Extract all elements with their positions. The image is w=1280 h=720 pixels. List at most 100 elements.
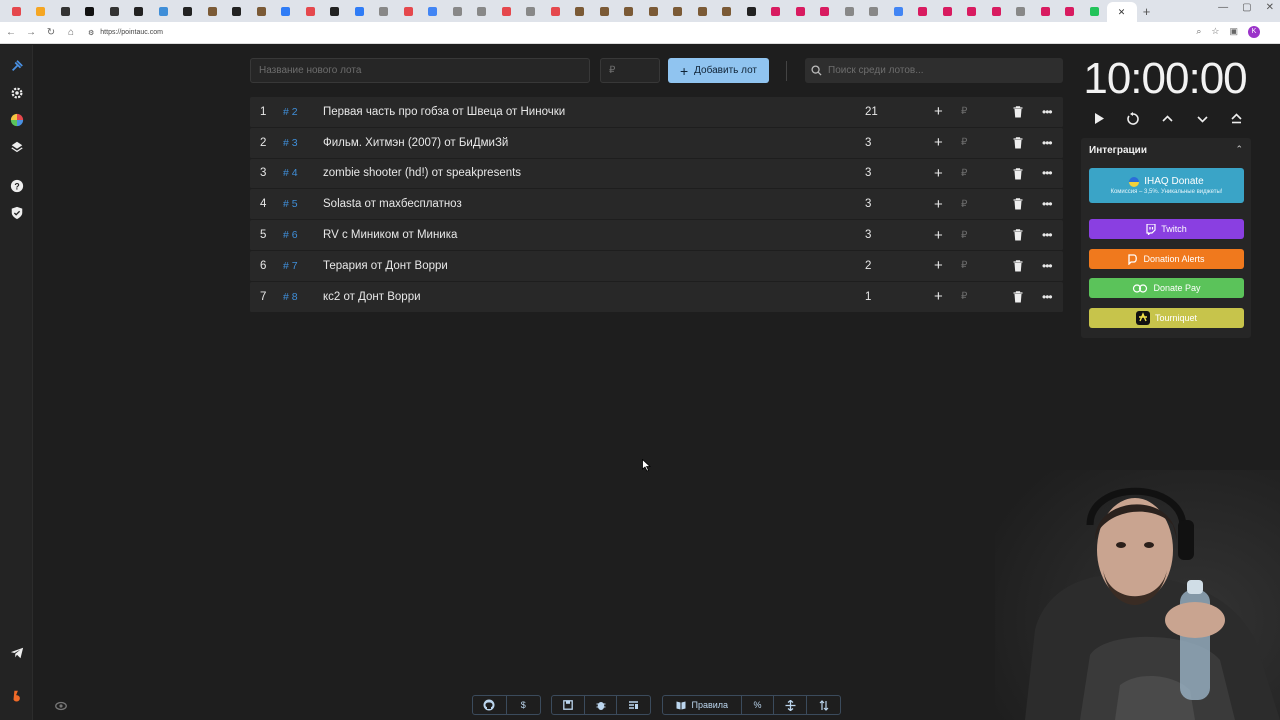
lot-row[interactable]: 2 # 3 Фильм. Хитмэн (2007) от БиДмиЗй 3 + ₽ ••… — [250, 127, 1063, 159]
add-lot-button[interactable]: + Добавить лот — [668, 58, 769, 83]
add-amount-icon[interactable]: + — [934, 134, 943, 151]
forward-icon[interactable]: → — [22, 27, 40, 38]
browser-tab[interactable] — [1058, 2, 1083, 20]
browser-tab[interactable] — [53, 2, 78, 20]
browser-tab[interactable] — [1082, 2, 1107, 20]
browser-tab[interactable] — [298, 2, 323, 20]
browser-tab[interactable] — [960, 2, 985, 20]
browser-tab[interactable] — [225, 2, 250, 20]
browser-tab[interactable] — [519, 2, 544, 20]
browser-tab[interactable] — [200, 2, 225, 20]
url-field[interactable]: ⚙ https://pointauc.com — [88, 29, 163, 37]
double-chevron-up-icon[interactable] — [1228, 110, 1245, 127]
browser-tab[interactable] — [176, 2, 201, 20]
new-lot-name-input[interactable] — [250, 58, 590, 83]
lot-title[interactable]: zombie shooter (hd!) от speakpresents — [323, 167, 521, 179]
trash-icon[interactable] — [1013, 136, 1023, 149]
twitch-button[interactable]: Twitch — [1089, 219, 1244, 239]
more-options-icon[interactable]: ••• — [1042, 105, 1053, 119]
lot-currency[interactable]: ₽ — [961, 137, 967, 148]
lot-row[interactable]: 6 # 7 Терария от Донт Ворри 2 + ₽ ••• — [250, 250, 1063, 282]
lot-currency[interactable]: ₽ — [961, 260, 967, 271]
browser-tab[interactable] — [1033, 2, 1058, 20]
browser-tab[interactable] — [78, 2, 103, 20]
browser-tab[interactable] — [494, 2, 519, 20]
lot-row[interactable]: 5 # 6 RV с Миником от Миника 3 + ₽ ••• — [250, 220, 1063, 251]
browser-tab[interactable] — [715, 2, 740, 20]
lot-currency[interactable]: ₽ — [961, 168, 967, 179]
add-amount-icon[interactable]: + — [934, 227, 943, 244]
lot-row[interactable]: 1 # 2 Первая часть про гобза от Швеца от Н… — [250, 97, 1063, 128]
close-tab-icon[interactable]: ✕ — [1118, 7, 1126, 18]
profile-avatar[interactable]: K — [1248, 26, 1260, 38]
browser-tab[interactable] — [347, 2, 372, 20]
browser-tab[interactable] — [102, 2, 127, 20]
browser-tab[interactable] — [421, 2, 446, 20]
lot-row[interactable]: 7 # 8 кс2 от Донт Ворри 1 + ₽ ••• — [250, 281, 1063, 313]
trash-icon[interactable] — [1013, 198, 1023, 210]
browser-tab[interactable] — [666, 2, 691, 20]
browser-tab[interactable] — [862, 2, 887, 20]
browser-tab[interactable] — [396, 2, 421, 20]
layers-icon[interactable] — [8, 138, 25, 155]
browser-tab[interactable] — [568, 2, 593, 20]
new-lot-price-input[interactable] — [600, 58, 660, 83]
ihaq-donate-button[interactable]: IHAQ Donate Комиссия – 3,5%. Уникальные … — [1089, 168, 1244, 203]
trash-icon[interactable] — [1013, 229, 1023, 241]
browser-tab[interactable] — [470, 2, 495, 20]
browser-tab[interactable] — [837, 2, 862, 20]
more-options-icon[interactable]: ••• — [1042, 166, 1053, 180]
lot-row[interactable]: 3 # 4 zombie shooter (hd!) от speakpresent… — [250, 158, 1063, 190]
shield-icon[interactable] — [8, 204, 25, 221]
lot-search-box[interactable] — [805, 58, 1063, 83]
lot-currency[interactable]: ₽ — [961, 106, 967, 117]
clear-list-icon[interactable] — [617, 696, 650, 714]
browser-tab[interactable] — [249, 2, 274, 20]
browser-tab[interactable] — [739, 2, 764, 20]
rules-button[interactable]: Правила — [663, 696, 742, 714]
percent-button[interactable]: % — [742, 696, 775, 714]
wheel-icon[interactable] — [8, 111, 25, 128]
browser-tab[interactable] — [984, 2, 1009, 20]
browser-tab[interactable] — [372, 2, 397, 20]
settings-gear-icon[interactable] — [8, 84, 25, 101]
maximize-icon[interactable]: ▢ — [1242, 2, 1251, 13]
browser-tab[interactable] — [323, 2, 348, 20]
trash-icon[interactable] — [1013, 260, 1023, 272]
chevron-up-icon[interactable] — [1159, 110, 1176, 127]
boosty-icon[interactable] — [8, 687, 25, 704]
split-icon[interactable] — [774, 696, 808, 714]
collapse-chevron-icon[interactable]: ⌃ — [1235, 144, 1243, 155]
trash-icon[interactable] — [1013, 106, 1023, 118]
add-amount-icon[interactable]: + — [934, 103, 943, 120]
more-options-icon[interactable]: ••• — [1042, 259, 1053, 273]
browser-tab[interactable] — [617, 2, 642, 20]
close-window-icon[interactable]: ✕ — [1266, 2, 1274, 13]
more-options-icon[interactable]: ••• — [1042, 136, 1053, 150]
tourniquet-button[interactable]: Tourniquet — [1089, 308, 1244, 328]
play-icon[interactable] — [1090, 110, 1107, 127]
eye-icon[interactable] — [52, 697, 69, 714]
lot-title[interactable]: RV с Миником от Миника — [323, 229, 457, 241]
lot-title[interactable]: кс2 от Донт Ворри — [323, 291, 421, 303]
lot-search-input[interactable] — [828, 65, 1058, 76]
lot-title[interactable]: Фильм. Хитмэн (2007) от БиДмиЗй — [323, 137, 508, 149]
trash-icon[interactable] — [1013, 290, 1023, 303]
bug-icon[interactable] — [585, 696, 618, 714]
browser-tab[interactable] — [641, 2, 666, 20]
bookmark-star-icon[interactable]: ☆ — [1211, 26, 1219, 38]
add-amount-icon[interactable]: + — [934, 196, 943, 213]
add-amount-icon[interactable]: + — [934, 257, 943, 274]
browser-tab[interactable] — [445, 2, 470, 20]
browser-tab[interactable] — [690, 2, 715, 20]
lot-row[interactable]: 4 # 5 Solasta от maxбесплатноз 3 + ₽ ••• — [250, 189, 1063, 221]
site-info-icon[interactable]: ⚙ — [88, 29, 94, 37]
browser-tab[interactable] — [935, 2, 960, 20]
github-icon[interactable] — [473, 696, 507, 714]
help-icon[interactable]: ? — [8, 177, 25, 194]
donate-pay-button[interactable]: Donate Pay — [1089, 278, 1244, 298]
save-icon[interactable] — [552, 696, 585, 714]
add-amount-icon[interactable]: + — [934, 165, 943, 182]
reset-icon[interactable] — [1125, 110, 1142, 127]
lot-currency[interactable]: ₽ — [961, 199, 967, 210]
